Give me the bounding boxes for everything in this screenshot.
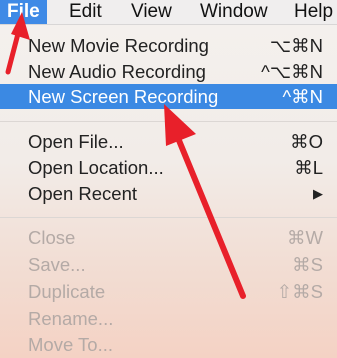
menu-separator: [0, 217, 337, 218]
menu-item-shortcut: ^⌥⌘N: [261, 61, 323, 82]
menu-bar: File Edit View Window Help: [0, 0, 337, 25]
submenu-arrow-icon: ▶: [313, 186, 323, 201]
menu-item-close: Close ⌘W: [0, 225, 337, 250]
menu-item-new-movie-recording[interactable]: New Movie Recording ⌥⌘N: [0, 33, 337, 58]
menu-item-shortcut: ^⌘N: [282, 86, 323, 107]
menu-item-new-audio-recording[interactable]: New Audio Recording ^⌥⌘N: [0, 59, 337, 84]
menu-item-rename: Rename...: [0, 306, 337, 331]
menu-item-label: New Audio Recording: [28, 61, 206, 82]
menu-item-move-to: Move To...: [0, 332, 337, 357]
menu-item-label: Open Recent: [28, 183, 138, 204]
menu-item-shortcut: ⇧⌘S: [276, 281, 323, 302]
menu-item-open-location[interactable]: Open Location... ⌘L: [0, 155, 337, 180]
menu-file[interactable]: File: [0, 0, 47, 24]
menu-help[interactable]: Help: [294, 0, 333, 24]
menu-item-open-recent[interactable]: Open Recent ▶: [0, 181, 337, 206]
menu-item-new-screen-recording[interactable]: New Screen Recording ^⌘N: [0, 84, 337, 109]
menu-item-label: New Screen Recording: [28, 86, 219, 107]
menu-item-open-file[interactable]: Open File... ⌘O: [0, 129, 337, 154]
file-menu-dropdown: New Movie Recording ⌥⌘N New Audio Record…: [0, 25, 337, 358]
menu-item-shortcut: ⌘W: [287, 227, 323, 248]
menu-item-label: Move To...: [28, 334, 114, 355]
menu-item-label: New Movie Recording: [28, 35, 209, 56]
menu-item-shortcut: ⌥⌘N: [269, 35, 323, 56]
menu-item-shortcut: ⌘O: [290, 131, 323, 152]
menu-view[interactable]: View: [131, 0, 172, 24]
menu-edit[interactable]: Edit: [69, 0, 102, 24]
menu-window[interactable]: Window: [200, 0, 268, 24]
menu-item-label: Open File...: [28, 131, 124, 152]
menu-item-label: Close: [28, 227, 76, 248]
menu-item-shortcut: ⌘S: [292, 254, 323, 275]
menu-item-save: Save... ⌘S: [0, 252, 337, 277]
menu-item-duplicate: Duplicate ⇧⌘S: [0, 279, 337, 304]
menu-item-label: Save...: [28, 254, 86, 275]
menu-item-label: Open Location...: [28, 157, 164, 178]
menu-item-label: Rename...: [28, 308, 114, 329]
menu-separator: [0, 121, 337, 122]
menu-item-label: Duplicate: [28, 281, 106, 302]
menu-item-shortcut: ⌘L: [294, 157, 323, 178]
